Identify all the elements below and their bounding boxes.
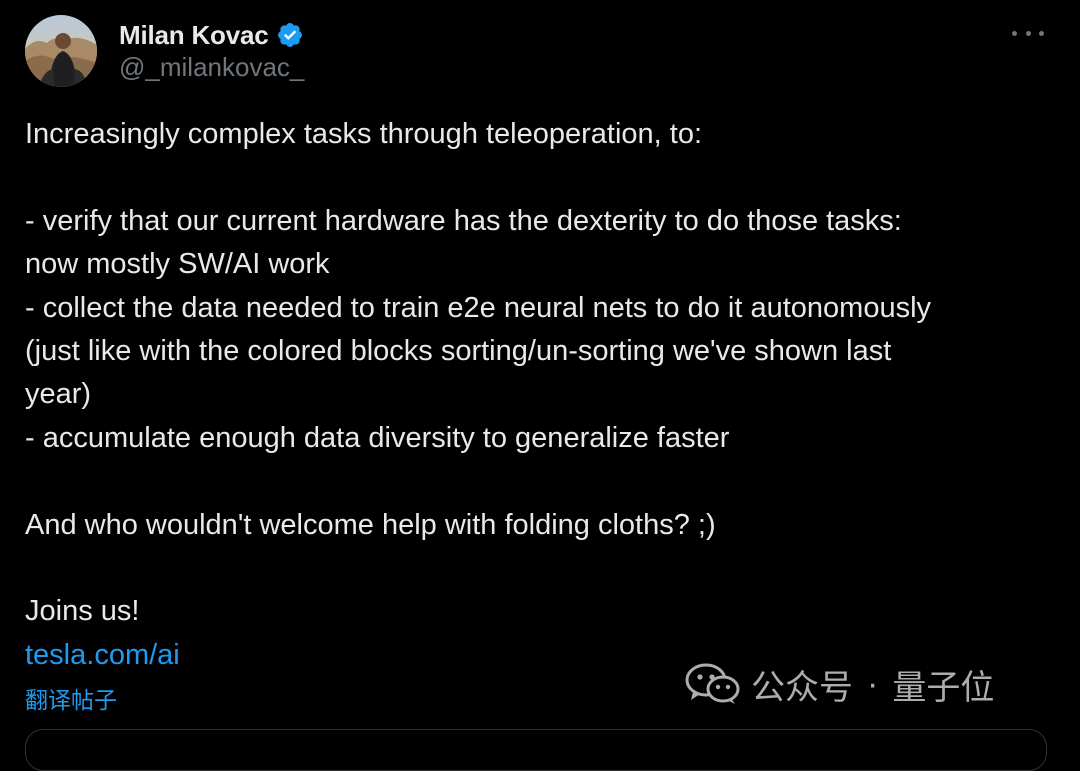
tweet-post: Milan Kovac @_milankovac_ Increasingly c… (0, 0, 1080, 771)
avatar[interactable] (25, 15, 97, 87)
tweet-text: Increasingly complex tasks through teleo… (25, 113, 1045, 677)
tweet-line: - collect the data needed to train e2e n… (25, 291, 932, 324)
tweet-line: year) (25, 378, 92, 411)
tweet-line: - verify that our current hardware has t… (25, 204, 902, 237)
wechat-icon (685, 662, 741, 706)
dot (1012, 30, 1017, 36)
tweet-line: And who wouldn't welcome help with foldi… (25, 508, 716, 541)
watermark-separator: · (867, 664, 879, 703)
translate-post-link[interactable]: 翻译帖子 (25, 681, 117, 715)
avatar-photo (25, 15, 97, 87)
tweet-line: Joins us! (25, 595, 140, 628)
dot (1039, 30, 1044, 36)
author-handle[interactable]: @_milankovac_ (119, 52, 304, 83)
tweet-line: Increasingly complex tasks through teleo… (25, 118, 703, 150)
dot (1025, 30, 1031, 36)
verified-badge-icon (276, 21, 304, 49)
watermark-text-account: 公众号 (751, 668, 853, 707)
embedded-card-edge[interactable] (25, 729, 1047, 771)
tweet-line: now mostly SW/AI work (25, 248, 330, 281)
watermark-text-brand: 量子位 (892, 668, 995, 707)
author-name-row: Milan Kovac (119, 15, 304, 55)
tweet-line: - accumulate enough data diversity to ge… (25, 421, 730, 454)
tweet-line: (just like with the colored blocks sorti… (25, 335, 892, 368)
watermark: 公众号 · 量子位 (685, 656, 994, 712)
author-display-name[interactable]: Milan Kovac (119, 20, 269, 51)
more-options-icon[interactable] (1012, 22, 1044, 44)
